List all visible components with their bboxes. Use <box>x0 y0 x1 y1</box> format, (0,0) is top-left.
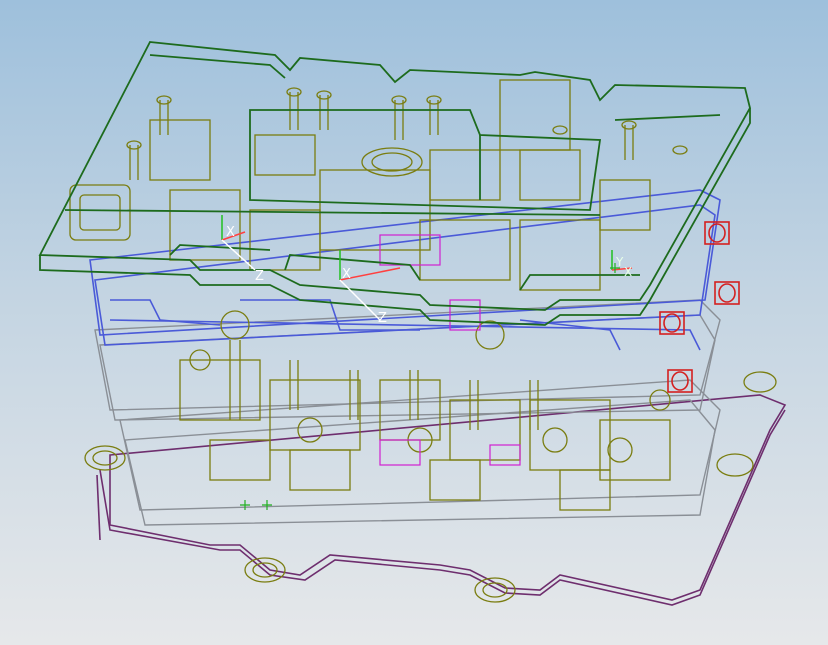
lower-support-plates <box>94 299 721 526</box>
mold-assembly-wireframe[interactable]: X Z X Z Y X <box>0 0 828 645</box>
triad-a-z-label: Z <box>255 269 264 284</box>
top-clamp-plate <box>38 41 751 326</box>
triad-b-x-label: X <box>342 267 351 282</box>
triad-c-x-label: X <box>624 265 632 279</box>
cad-3d-viewport[interactable]: X Z X Z Y X <box>0 0 828 645</box>
triad-b-z-label: Z <box>378 311 387 326</box>
triad-a-x-label: X <box>226 225 235 240</box>
triad-c-y-label: Y <box>615 255 624 269</box>
